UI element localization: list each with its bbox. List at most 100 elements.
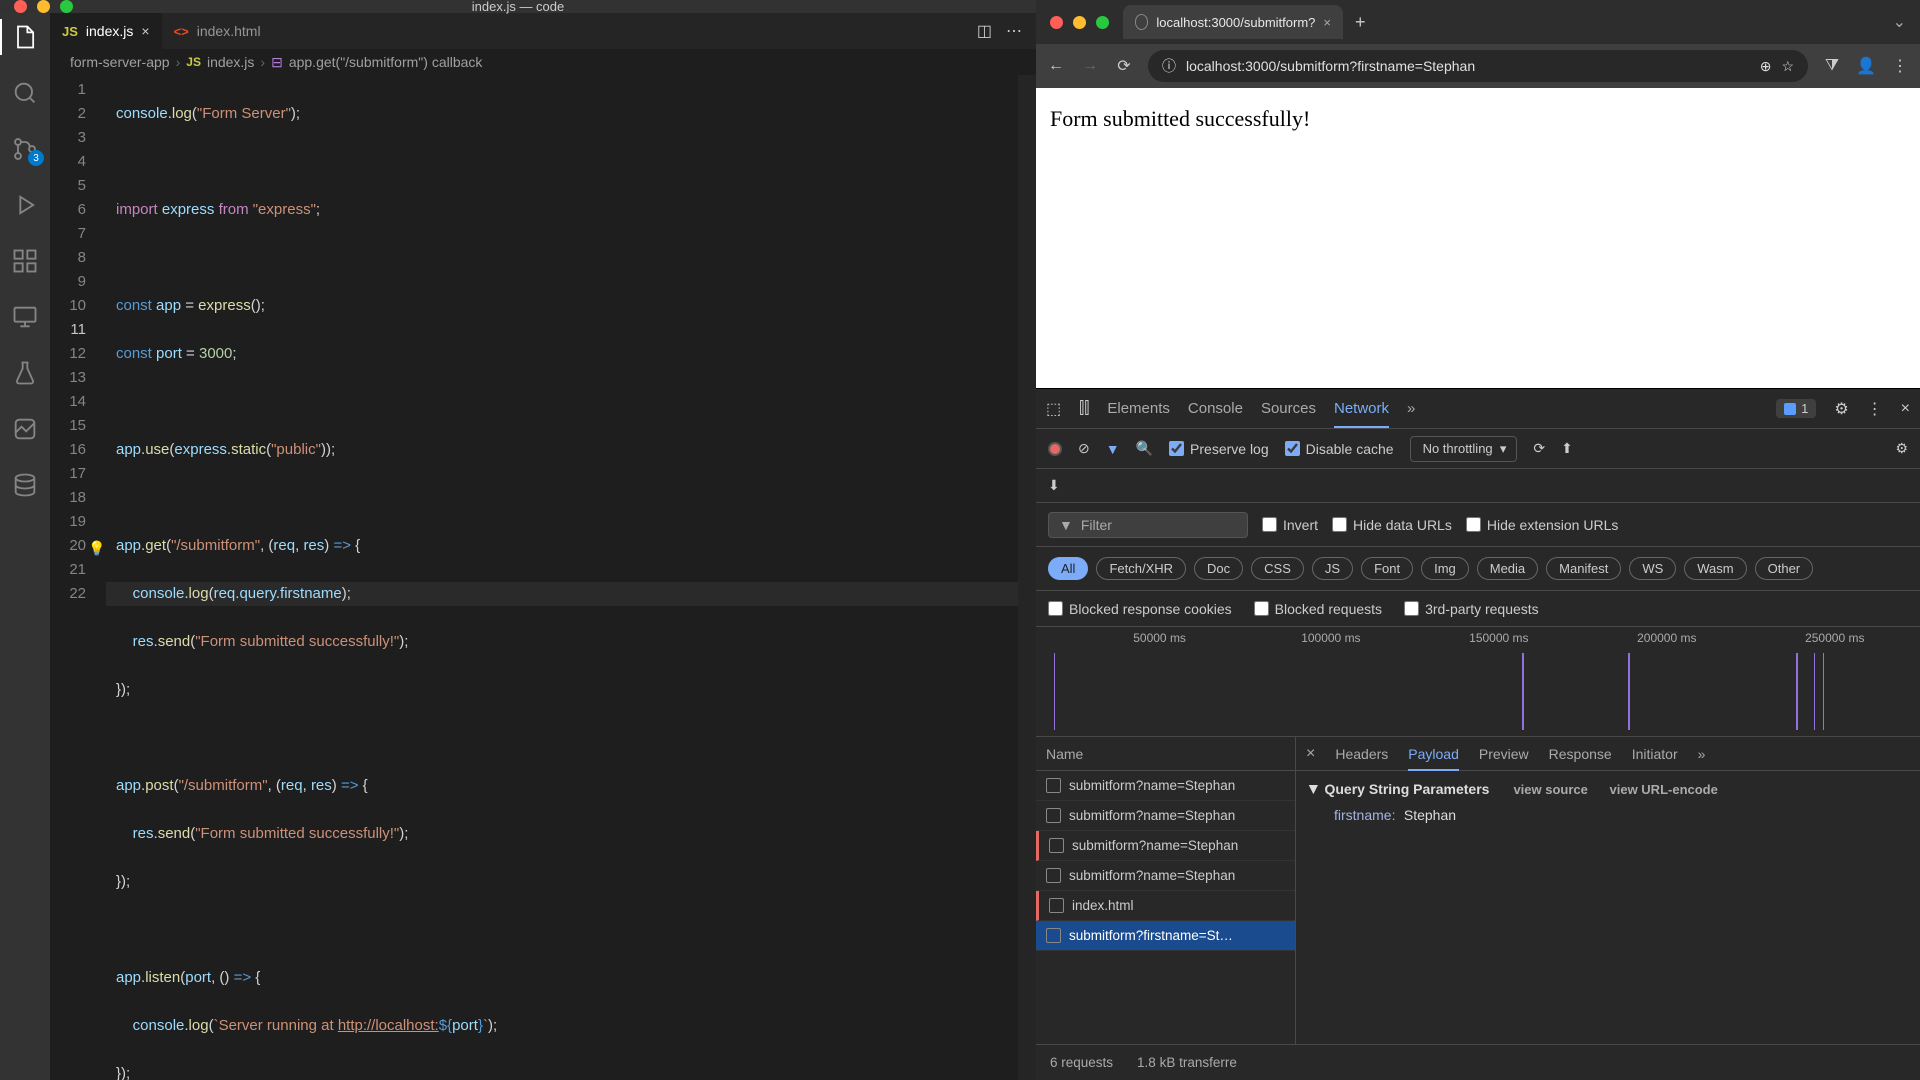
transfer-size: 1.8 kB transferre [1137,1055,1237,1070]
view-url-encoded-link[interactable]: view URL-encode [1610,782,1718,797]
extensions-icon[interactable]: ⧩ [1822,57,1842,75]
split-editor-icon[interactable]: ◫ [977,21,992,41]
view-source-link[interactable]: view source [1513,782,1587,797]
lightbulb-icon[interactable]: 💡 [88,536,105,560]
devtools-tab-sources[interactable]: Sources [1261,400,1316,417]
record-button[interactable] [1048,442,1062,456]
devtools-close-icon[interactable]: × [1901,400,1910,418]
source-control-icon[interactable]: 3 [11,135,39,163]
disable-cache-checkbox[interactable]: Disable cache [1285,441,1394,457]
close-detail-icon[interactable]: × [1306,745,1315,763]
request-row[interactable]: submitform?name=Stephan [1036,801,1295,831]
devtools-tab-elements[interactable]: Elements [1107,400,1170,417]
request-row[interactable]: index.html [1036,891,1295,921]
detail-tab-response[interactable]: Response [1549,746,1612,762]
tab-index-js[interactable]: JS index.js × [50,13,162,49]
chip-ws[interactable]: WS [1629,557,1676,580]
request-row[interactable]: submitform?name=Stephan [1036,831,1295,861]
chip-css[interactable]: CSS [1251,557,1304,580]
extensions-icon[interactable] [11,247,39,275]
devtools-tab-more[interactable]: » [1407,400,1415,417]
detail-tab-payload[interactable]: Payload [1408,746,1459,771]
devtools-settings-icon[interactable]: ⚙ [1834,399,1848,419]
breadcrumb-item[interactable]: app.get("/submitform") callback [289,54,483,70]
network-conditions-icon[interactable]: ⟳ [1533,440,1545,457]
zoom-icon[interactable]: ⊕ [1760,58,1772,75]
back-button[interactable]: ← [1046,57,1066,75]
explorer-icon[interactable] [11,23,39,51]
devtools-tab-console[interactable]: Console [1188,400,1243,417]
browser-tab[interactable]: localhost:3000/submitform? × [1123,5,1343,39]
hide-ext-urls-checkbox[interactable]: Hide extension URLs [1466,517,1619,533]
zoom-traffic-light[interactable] [60,0,73,13]
breadcrumb-item[interactable]: index.js [207,54,254,70]
blocked-cookies-checkbox[interactable]: Blocked response cookies [1048,601,1232,617]
third-party-checkbox[interactable]: 3rd-party requests [1404,601,1539,617]
close-traffic-light[interactable] [14,0,27,13]
request-row-selected[interactable]: submitform?firstname=St… [1036,921,1295,951]
detail-tab-preview[interactable]: Preview [1479,746,1529,762]
detail-tab-headers[interactable]: Headers [1335,746,1388,762]
close-traffic-light[interactable] [1050,16,1063,29]
issues-badge[interactable]: 1 [1776,399,1816,418]
testing-icon[interactable] [11,359,39,387]
throttling-select[interactable]: No throttling ▾ [1410,436,1518,462]
device-toggle-icon[interactable]: ⫿⫿ [1079,400,1089,418]
request-row[interactable]: submitform?name=Stephan [1036,771,1295,801]
search-icon[interactable]: 🔍 [1136,440,1153,457]
tab-index-html[interactable]: <> index.html [162,13,273,49]
devtools-tab-network[interactable]: Network [1334,400,1389,428]
close-icon[interactable]: × [141,23,149,39]
filter-input[interactable]: ▼Filter [1048,512,1248,538]
reload-button[interactable]: ⟳ [1114,56,1134,76]
address-bar[interactable]: ⓘ localhost:3000/submitform?firstname=St… [1148,50,1808,82]
name-column-header[interactable]: Name [1036,737,1295,771]
clear-button[interactable]: ⊘ [1078,440,1090,457]
minimap[interactable] [1018,75,1036,1080]
activity-item-icon[interactable] [11,415,39,443]
minimize-traffic-light[interactable] [1073,16,1086,29]
filter-toggle-icon[interactable]: ▼ [1106,441,1120,457]
chip-img[interactable]: Img [1421,557,1469,580]
network-timeline[interactable]: 50000 ms 100000 ms 150000 ms 200000 ms 2… [1036,627,1920,737]
chip-font[interactable]: Font [1361,557,1413,580]
close-tab-icon[interactable]: × [1323,15,1331,30]
request-row[interactable]: submitform?name=Stephan [1036,861,1295,891]
preserve-log-checkbox[interactable]: Preserve log [1169,441,1269,457]
profile-icon[interactable]: 👤 [1856,56,1876,76]
chip-wasm[interactable]: Wasm [1684,557,1746,580]
invert-checkbox[interactable]: Invert [1262,517,1318,533]
site-info-icon[interactable]: ⓘ [1162,56,1176,76]
import-har-icon[interactable]: ⬆ [1561,440,1573,457]
chip-all[interactable]: All [1048,557,1088,580]
chip-other[interactable]: Other [1755,557,1814,580]
breadcrumb-item[interactable]: form-server-app [70,54,170,70]
search-icon[interactable] [11,79,39,107]
chip-doc[interactable]: Doc [1194,557,1243,580]
hide-data-urls-checkbox[interactable]: Hide data URLs [1332,517,1452,533]
inspect-icon[interactable]: ⬚ [1046,399,1061,419]
chip-js[interactable]: JS [1312,557,1353,580]
tab-search-icon[interactable]: ⌄ [1893,12,1920,32]
remote-explorer-icon[interactable] [11,303,39,331]
minimize-traffic-light[interactable] [37,0,50,13]
breadcrumb[interactable]: form-server-app › JS index.js › ⊟ app.ge… [50,49,1036,75]
menu-icon[interactable]: ⋮ [1890,56,1910,76]
chip-manifest[interactable]: Manifest [1546,557,1621,580]
code-editor[interactable]: 12345678910111213141516171819202122 cons… [50,75,1036,1080]
blocked-requests-checkbox[interactable]: Blocked requests [1254,601,1382,617]
detail-tab-more[interactable]: » [1698,746,1706,762]
more-actions-icon[interactable]: ⋯ [1006,21,1022,41]
zoom-traffic-light[interactable] [1096,16,1109,29]
run-debug-icon[interactable] [11,191,39,219]
chip-fetch[interactable]: Fetch/XHR [1096,557,1186,580]
new-tab-button[interactable]: + [1343,12,1378,33]
database-icon[interactable] [11,471,39,499]
query-params-section[interactable]: ▶ Query String Parameters view source vi… [1310,781,1906,797]
chip-media[interactable]: Media [1477,557,1538,580]
detail-tab-initiator[interactable]: Initiator [1632,746,1678,762]
network-settings-icon[interactable]: ⚙ [1895,440,1908,457]
devtools-menu-icon[interactable]: ⋮ [1867,399,1883,419]
download-icon[interactable]: ⬇ [1048,477,1060,494]
bookmark-icon[interactable]: ☆ [1781,58,1794,75]
